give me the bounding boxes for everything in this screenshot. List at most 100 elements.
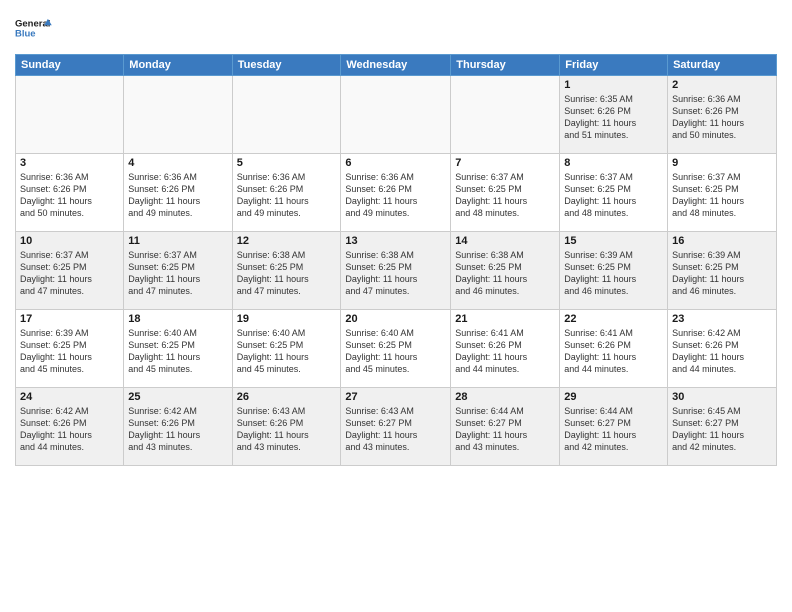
day-number: 19	[237, 313, 337, 325]
col-header-sunday: Sunday	[16, 55, 124, 76]
calendar-cell: 27Sunrise: 6:43 AM Sunset: 6:27 PM Dayli…	[341, 388, 451, 466]
day-info: Sunrise: 6:35 AM Sunset: 6:26 PM Dayligh…	[564, 93, 663, 142]
week-row-2: 10 Sunrise: 6:37 AM Sunset: 6:25 PM Dayli…	[16, 232, 777, 310]
calendar-cell: 14 Sunrise: 6:38 AM Sunset: 6:25 PM Dayli…	[451, 232, 560, 310]
page: General Blue SundayMondayTuesdayWednesda…	[0, 0, 792, 612]
col-header-monday: Monday	[124, 55, 232, 76]
calendar-cell	[451, 76, 560, 154]
day-info: Sunrise: 6:36 AM Sunset: 6:26 PM Dayligh…	[345, 171, 446, 220]
day-info: Sunrise: 6:37 AM Sunset: 6:25 PM Dayligh…	[455, 171, 555, 220]
calendar-cell: 8 Sunrise: 6:37 AM Sunset: 6:25 PM Daylig…	[560, 154, 668, 232]
calendar-cell: 10 Sunrise: 6:37 AM Sunset: 6:25 PM Dayli…	[16, 232, 124, 310]
day-number: 8	[564, 157, 663, 169]
col-header-tuesday: Tuesday	[232, 55, 341, 76]
day-number: 25	[128, 391, 227, 403]
week-row-1: 3 Sunrise: 6:36 AM Sunset: 6:26 PM Daylig…	[16, 154, 777, 232]
calendar-cell	[16, 76, 124, 154]
day-number: 16	[672, 235, 772, 247]
calendar-table: SundayMondayTuesdayWednesdayThursdayFrid…	[15, 54, 777, 466]
calendar-cell: 18Sunrise: 6:40 AM Sunset: 6:25 PM Dayli…	[124, 310, 232, 388]
day-number: 13	[345, 235, 446, 247]
day-info: Sunrise: 6:36 AM Sunset: 6:26 PM Dayligh…	[237, 171, 337, 220]
calendar-cell: 25 Sunrise: 6:42 AM Sunset: 6:26 PM Dayli…	[124, 388, 232, 466]
calendar-cell: 11 Sunrise: 6:37 AM Sunset: 6:25 PM Dayli…	[124, 232, 232, 310]
week-row-4: 24Sunrise: 6:42 AM Sunset: 6:26 PM Dayli…	[16, 388, 777, 466]
day-number: 2	[672, 79, 772, 91]
day-number: 1	[564, 79, 663, 91]
col-header-thursday: Thursday	[451, 55, 560, 76]
day-number: 6	[345, 157, 446, 169]
day-info: Sunrise: 6:43 AM Sunset: 6:27 PM Dayligh…	[345, 405, 446, 454]
day-number: 3	[20, 157, 119, 169]
day-info: Sunrise: 6:38 AM Sunset: 6:25 PM Dayligh…	[455, 249, 555, 298]
day-info: Sunrise: 6:37 AM Sunset: 6:25 PM Dayligh…	[672, 171, 772, 220]
calendar-cell: 20Sunrise: 6:40 AM Sunset: 6:25 PM Dayli…	[341, 310, 451, 388]
calendar-cell: 2 Sunrise: 6:36 AM Sunset: 6:26 PM Daylig…	[668, 76, 777, 154]
calendar-cell	[124, 76, 232, 154]
calendar-header-row: SundayMondayTuesdayWednesdayThursdayFrid…	[16, 55, 777, 76]
week-row-3: 17 Sunrise: 6:39 AM Sunset: 6:25 PM Dayli…	[16, 310, 777, 388]
day-number: 17	[20, 313, 119, 325]
day-info: Sunrise: 6:37 AM Sunset: 6:25 PM Dayligh…	[20, 249, 119, 298]
day-info: Sunrise: 6:42 AM Sunset: 6:26 PM Dayligh…	[128, 405, 227, 454]
col-header-saturday: Saturday	[668, 55, 777, 76]
calendar-cell: 3 Sunrise: 6:36 AM Sunset: 6:26 PM Daylig…	[16, 154, 124, 232]
calendar-cell: 26 Sunrise: 6:43 AM Sunset: 6:26 PM Dayli…	[232, 388, 341, 466]
calendar-cell: 21Sunrise: 6:41 AM Sunset: 6:26 PM Dayli…	[451, 310, 560, 388]
calendar-cell: 24Sunrise: 6:42 AM Sunset: 6:26 PM Dayli…	[16, 388, 124, 466]
day-info: Sunrise: 6:41 AM Sunset: 6:26 PM Dayligh…	[564, 327, 663, 376]
day-info: Sunrise: 6:38 AM Sunset: 6:25 PM Dayligh…	[345, 249, 446, 298]
calendar-cell: 30 Sunrise: 6:45 AM Sunset: 6:27 PM Dayli…	[668, 388, 777, 466]
calendar-cell: 17 Sunrise: 6:39 AM Sunset: 6:25 PM Dayli…	[16, 310, 124, 388]
day-info: Sunrise: 6:37 AM Sunset: 6:25 PM Dayligh…	[128, 249, 227, 298]
col-header-friday: Friday	[560, 55, 668, 76]
calendar-cell: 6 Sunrise: 6:36 AM Sunset: 6:26 PM Daylig…	[341, 154, 451, 232]
calendar-cell: 5Sunrise: 6:36 AM Sunset: 6:26 PM Daylig…	[232, 154, 341, 232]
day-info: Sunrise: 6:44 AM Sunset: 6:27 PM Dayligh…	[564, 405, 663, 454]
header: General Blue	[15, 10, 777, 48]
calendar-cell	[232, 76, 341, 154]
day-info: Sunrise: 6:43 AM Sunset: 6:26 PM Dayligh…	[237, 405, 337, 454]
day-number: 28	[455, 391, 555, 403]
svg-text:Blue: Blue	[15, 29, 36, 40]
day-info: Sunrise: 6:40 AM Sunset: 6:25 PM Dayligh…	[128, 327, 227, 376]
day-info: Sunrise: 6:36 AM Sunset: 6:26 PM Dayligh…	[128, 171, 227, 220]
calendar-cell: 23Sunrise: 6:42 AM Sunset: 6:26 PM Dayli…	[668, 310, 777, 388]
day-info: Sunrise: 6:37 AM Sunset: 6:25 PM Dayligh…	[564, 171, 663, 220]
calendar-cell: 16 Sunrise: 6:39 AM Sunset: 6:25 PM Dayli…	[668, 232, 777, 310]
day-number: 9	[672, 157, 772, 169]
week-row-0: 1 Sunrise: 6:35 AM Sunset: 6:26 PM Daylig…	[16, 76, 777, 154]
day-info: Sunrise: 6:36 AM Sunset: 6:26 PM Dayligh…	[672, 93, 772, 142]
calendar-cell: 4Sunrise: 6:36 AM Sunset: 6:26 PM Daylig…	[124, 154, 232, 232]
day-number: 10	[20, 235, 119, 247]
day-info: Sunrise: 6:38 AM Sunset: 6:25 PM Dayligh…	[237, 249, 337, 298]
calendar-cell: 22Sunrise: 6:41 AM Sunset: 6:26 PM Dayli…	[560, 310, 668, 388]
day-number: 23	[672, 313, 772, 325]
day-number: 15	[564, 235, 663, 247]
day-number: 14	[455, 235, 555, 247]
col-header-wednesday: Wednesday	[341, 55, 451, 76]
day-info: Sunrise: 6:44 AM Sunset: 6:27 PM Dayligh…	[455, 405, 555, 454]
calendar-cell: 12Sunrise: 6:38 AM Sunset: 6:25 PM Dayli…	[232, 232, 341, 310]
day-number: 26	[237, 391, 337, 403]
day-number: 7	[455, 157, 555, 169]
calendar-cell: 7 Sunrise: 6:37 AM Sunset: 6:25 PM Daylig…	[451, 154, 560, 232]
day-info: Sunrise: 6:36 AM Sunset: 6:26 PM Dayligh…	[20, 171, 119, 220]
calendar-cell: 9 Sunrise: 6:37 AM Sunset: 6:25 PM Daylig…	[668, 154, 777, 232]
day-info: Sunrise: 6:39 AM Sunset: 6:25 PM Dayligh…	[672, 249, 772, 298]
calendar-cell: 1 Sunrise: 6:35 AM Sunset: 6:26 PM Daylig…	[560, 76, 668, 154]
calendar-cell: 29 Sunrise: 6:44 AM Sunset: 6:27 PM Dayli…	[560, 388, 668, 466]
day-number: 29	[564, 391, 663, 403]
day-info: Sunrise: 6:40 AM Sunset: 6:25 PM Dayligh…	[345, 327, 446, 376]
day-number: 11	[128, 235, 227, 247]
day-info: Sunrise: 6:42 AM Sunset: 6:26 PM Dayligh…	[20, 405, 119, 454]
calendar-cell: 15 Sunrise: 6:39 AM Sunset: 6:25 PM Dayli…	[560, 232, 668, 310]
day-info: Sunrise: 6:39 AM Sunset: 6:25 PM Dayligh…	[564, 249, 663, 298]
day-number: 30	[672, 391, 772, 403]
day-info: Sunrise: 6:41 AM Sunset: 6:26 PM Dayligh…	[455, 327, 555, 376]
calendar-cell: 19Sunrise: 6:40 AM Sunset: 6:25 PM Dayli…	[232, 310, 341, 388]
calendar-cell	[341, 76, 451, 154]
day-info: Sunrise: 6:39 AM Sunset: 6:25 PM Dayligh…	[20, 327, 119, 376]
logo-svg: General Blue	[15, 10, 53, 48]
day-info: Sunrise: 6:45 AM Sunset: 6:27 PM Dayligh…	[672, 405, 772, 454]
